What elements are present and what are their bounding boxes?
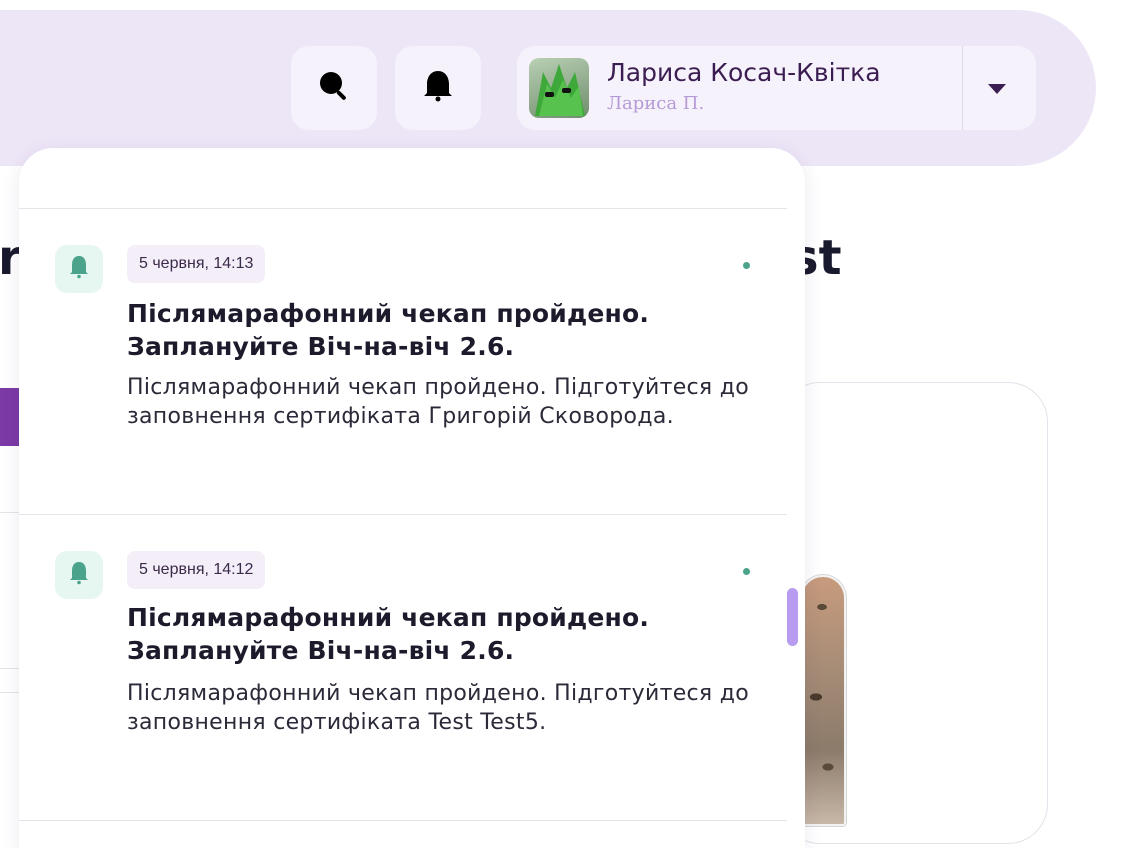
notification-date: 5 червня, 14:13 — [127, 245, 266, 283]
chevron-down-icon[interactable] — [988, 84, 1006, 94]
avatar — [529, 58, 589, 118]
bell-icon — [69, 561, 89, 589]
unread-dot — [743, 262, 750, 269]
notification-title: Післямарафонний чекап пройдено. Заплануй… — [127, 299, 650, 361]
search-button[interactable] — [291, 46, 377, 130]
notification-icon-wrap — [55, 245, 103, 293]
user-menu[interactable]: Лариса Косач-Квітка Лариса П. — [517, 46, 1036, 130]
notification-body: Післямарафонний чекап пройдено. Підготуй… — [127, 681, 750, 735]
bell-icon — [69, 255, 89, 283]
notification-item[interactable]: 5 червня, 14:13 Післямарафонний чекап пр… — [19, 209, 787, 509]
bell-icon — [423, 69, 453, 107]
user-name: Лариса Косач-Квітка — [607, 58, 881, 87]
search-icon — [317, 69, 351, 107]
unread-dot — [743, 568, 750, 575]
divider — [19, 820, 787, 821]
notification-item[interactable]: 5 червня, 14:12 Післямарафонний чекап пр… — [19, 515, 787, 815]
scrollbar-thumb[interactable] — [787, 588, 798, 646]
cat-image — [800, 575, 846, 826]
notifications-panel: 5 червня, 14:13 Післямарафонний чекап пр… — [19, 148, 805, 848]
notification-date: 5 червня, 14:12 — [127, 551, 266, 589]
user-short-name: Лариса П. — [607, 93, 705, 114]
divider — [962, 46, 963, 130]
notification-title: Післямарафонний чекап пройдено. Заплануй… — [127, 603, 650, 665]
notification-body: Післямарафонний чекап пройдено. Підготуй… — [127, 375, 750, 429]
notifications-button[interactable] — [395, 46, 481, 130]
notification-icon-wrap — [55, 551, 103, 599]
